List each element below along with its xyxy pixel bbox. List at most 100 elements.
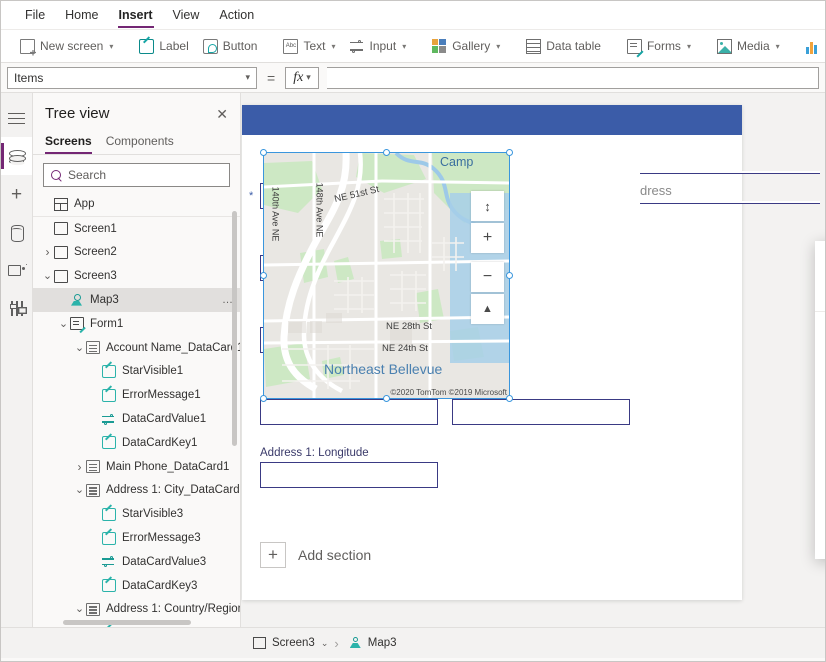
tree-node[interactable]: ⌄Address 1: Country/Region_DataCard1 (33, 598, 240, 622)
button-button[interactable]: Button (196, 34, 265, 59)
tree-node[interactable]: ⌄Account Name_DataCard1 (33, 336, 240, 360)
chevron-down-icon: ▾ (306, 72, 311, 83)
tree-node[interactable]: ErrorMessage1 (33, 383, 240, 407)
tree-node[interactable]: StarVisible3 (33, 502, 240, 526)
tree-node[interactable]: DataCardKey3 (33, 574, 240, 598)
map-controls: ↕ + − ▲ (471, 191, 504, 326)
tree-search-wrap: Search (33, 155, 240, 193)
map-control[interactable]: Camp NE 51st St 140th Ave NE 148th Ave N… (264, 153, 509, 398)
button-button-label: Button (223, 39, 258, 53)
tree-node-label: Screen1 (74, 223, 117, 235)
add-section-button[interactable]: + Add section (260, 542, 371, 568)
tree-node[interactable]: ⌄Form1 (33, 312, 240, 336)
data-source-organizations[interactable]: Organizations Microsoft Dataverse - Curr… (815, 436, 825, 483)
tree-node[interactable]: Map3… (33, 288, 240, 312)
text-menu-button[interactable]: Abc Text ▾ (276, 34, 342, 59)
data-button[interactable] (1, 213, 32, 251)
tree-node[interactable]: App (33, 193, 240, 217)
zoom-out-button[interactable]: − (471, 262, 504, 292)
data-source-colselectedaddress[interactable]: colSelectedAddress Collection (815, 483, 825, 518)
tree-node[interactable]: Screen1 (33, 217, 240, 241)
media-menu-button[interactable]: Media ▾ (710, 34, 787, 59)
compass-button[interactable]: ↕ (471, 191, 504, 221)
group-in-your-app[interactable]: ⌄ In your app (815, 318, 825, 342)
data-source-activities[interactable]: Activities Microsoft Dataverse - Current… (815, 389, 825, 436)
tab-components[interactable]: Components (106, 130, 174, 154)
gallery-menu-label: Gallery (452, 39, 490, 53)
tree-node[interactable]: ›Main Phone_DataCard1 (33, 455, 240, 479)
chevron-down-icon[interactable]: ⌄ (73, 604, 86, 614)
chevron-down-icon[interactable]: ⌄ (41, 271, 54, 281)
chevron-down-icon[interactable]: ⌄ (57, 319, 70, 329)
map-label-ne28th: NE 28th St (386, 321, 432, 332)
tree-view-header: Tree view ✕ (33, 93, 240, 128)
input-menu-label: Input (369, 39, 396, 53)
zoom-in-button[interactable]: + (471, 223, 504, 253)
data-source-list: ⌄ In your app Accounts Microsoft Dataver… (815, 312, 825, 578)
label-icon (102, 389, 116, 402)
row-connectors[interactable]: › Connectors … (815, 548, 825, 578)
forms-menu-button[interactable]: Forms ▾ (620, 34, 698, 59)
pitch-button[interactable]: ▲ (471, 294, 504, 324)
text-menu-label: Text (303, 39, 325, 53)
tree-node[interactable]: DataCardKey1 (33, 431, 240, 455)
data-table-icon (526, 39, 541, 54)
insert-ribbon: New screen ▾ Label Button Abc Text ▾ Inp… (1, 30, 825, 63)
menu-item-home[interactable]: Home (55, 1, 108, 30)
form-area: * (242, 135, 742, 600)
tree-node-list[interactable]: App Screen1 ›Screen2⌄Screen3Map3…⌄Form1⌄Ac… (33, 193, 240, 627)
tree-view-button[interactable] (1, 137, 32, 175)
row-tables[interactable]: › Tables … (815, 518, 825, 548)
charts-menu-button[interactable]: Charts ▾ (799, 34, 825, 59)
tree-node[interactable]: DataCardValue3 (33, 550, 240, 574)
media-button[interactable] (1, 251, 32, 289)
menu-item-action[interactable]: Action (209, 1, 264, 30)
menu-item-file[interactable]: File (15, 1, 55, 30)
breadcrumb-control[interactable]: Map3 (349, 637, 397, 649)
property-selector[interactable]: Items ▾ (7, 67, 257, 89)
form-field-5-input[interactable] (452, 399, 630, 425)
menu-item-insert[interactable]: Insert (109, 1, 163, 30)
canvas-area: * (241, 93, 825, 627)
tree-vertical-scrollbar[interactable] (232, 211, 237, 446)
new-screen-button[interactable]: New screen ▾ (13, 34, 120, 59)
map-icon (70, 294, 84, 307)
tree-node-label: ErrorMessage1 (122, 389, 201, 401)
tab-screens[interactable]: Screens (45, 130, 92, 154)
tree-node[interactable]: StarVisible1 (33, 360, 240, 384)
label-icon (102, 436, 116, 449)
fx-button[interactable]: fx ▾ (285, 67, 319, 89)
button-icon (203, 39, 218, 54)
breadcrumb-screen[interactable]: Screen3 ⌄ (253, 637, 328, 649)
chevron-down-icon[interactable]: ⌄ (73, 485, 86, 495)
data-table-button[interactable]: Data table (519, 34, 608, 59)
tree-horizontal-scrollbar[interactable] (63, 620, 191, 625)
tree-node[interactable]: ⌄Address 1: City_DataCard1 (33, 479, 240, 503)
field-address1-longitude-input[interactable] (260, 462, 438, 488)
hamburger-button[interactable] (1, 99, 32, 137)
gallery-menu-button[interactable]: Gallery ▾ (425, 34, 507, 59)
tree-node[interactable]: ⌄Screen3 (33, 264, 240, 288)
form-field-4-input[interactable] (260, 399, 438, 425)
close-icon[interactable]: ✕ (216, 107, 228, 121)
app-icon (54, 198, 68, 211)
screen-icon (54, 246, 68, 259)
tree-node-label: DataCardValue1 (122, 413, 206, 425)
input-menu-button[interactable]: Input ▾ (342, 34, 413, 59)
advanced-settings-button[interactable] (1, 289, 32, 327)
chevron-down-icon: ▾ (245, 72, 250, 83)
label-button[interactable]: Label (132, 34, 195, 59)
chevron-down-icon[interactable]: ⌄ (73, 343, 86, 353)
tree-search-input[interactable]: Search (43, 163, 230, 187)
chevron-right-icon[interactable]: › (41, 245, 54, 259)
property-selector-value: Items (14, 71, 43, 85)
formula-input[interactable] (327, 67, 819, 89)
chevron-right-icon[interactable]: › (73, 460, 86, 474)
insert-button[interactable]: + (1, 175, 32, 213)
menu-item-view[interactable]: View (163, 1, 210, 30)
tree-node[interactable]: DataCardValue1 (33, 407, 240, 431)
tree-node[interactable]: ErrorMessage3 (33, 526, 240, 550)
data-source-accounts[interactable]: Accounts Microsoft Dataverse - Current e… (815, 342, 825, 389)
tree-node[interactable]: ›Screen2 (33, 241, 240, 265)
tree-node-label: StarVisible3 (122, 508, 183, 520)
